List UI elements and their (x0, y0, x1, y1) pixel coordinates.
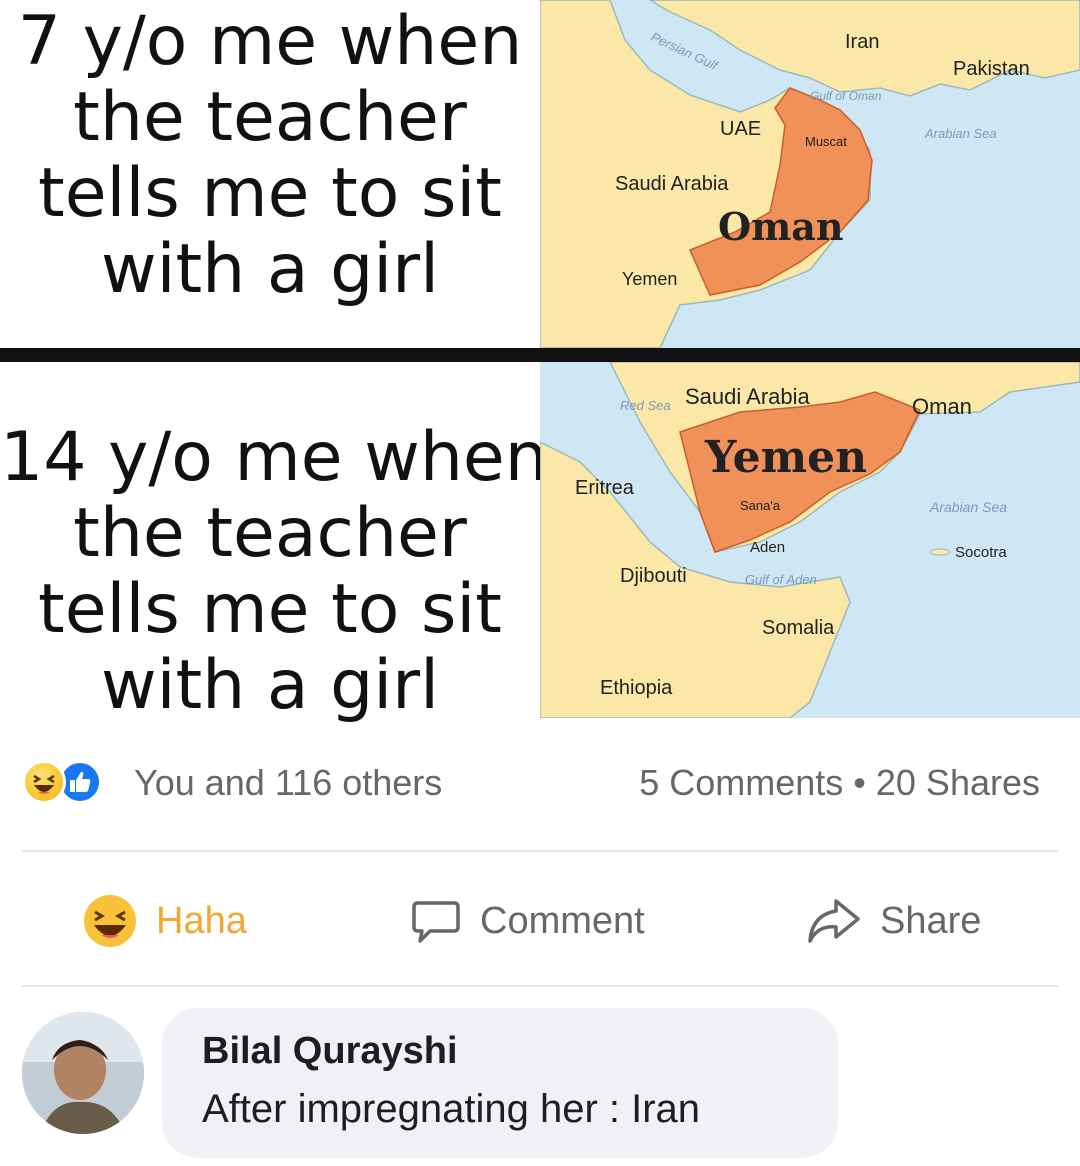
map-label-iran: Iran (845, 31, 879, 53)
map-label-gulf-of-aden: Gulf of Aden (745, 572, 817, 587)
map-label-saudi-arabia: Saudi Arabia (615, 173, 729, 195)
map-label-oman: Oman (912, 394, 972, 419)
haha-reaction-button[interactable]: Haha (82, 886, 247, 956)
comment-icon (412, 901, 460, 943)
comment-author[interactable]: Bilal Qurayshi (202, 1030, 838, 1073)
haha-icon (84, 895, 136, 947)
comment-item: Bilal Qurayshi After impregnating her : … (0, 1008, 1080, 1166)
meme-divider (0, 348, 1080, 362)
haha-label: Haha (156, 899, 247, 942)
map-label-oman: Oman (718, 204, 844, 249)
map-label-aden: Aden (750, 539, 785, 556)
divider (22, 985, 1058, 987)
caption-line: with a girl (100, 646, 440, 725)
share-button[interactable]: Share (806, 886, 981, 956)
yemen-map: Red Sea Saudi Arabia Oman Yemen Eritrea … (540, 362, 1080, 718)
map-label-ethiopia: Ethiopia (600, 677, 673, 699)
map-label-sanaa: Sana'a (740, 498, 781, 513)
map-label-red-sea: Red Sea (620, 398, 671, 413)
caption-line: the teacher (73, 494, 467, 573)
caption-line: tells me to sit (38, 154, 502, 233)
caption-line: the teacher (73, 78, 467, 157)
caption-line: 7 y/o me when (17, 2, 523, 81)
map-label-muscat: Muscat (805, 134, 847, 149)
share-label: Share (880, 899, 982, 942)
share-icon (808, 899, 860, 943)
caption-line: tells me to sit (38, 570, 502, 649)
map-label-yemen: Yemen (622, 269, 677, 289)
meme-bottom-caption: 14 y/o me when the teacher tells me to s… (0, 418, 548, 725)
meme-top-panel: 7 y/o me when the teacher tells me to si… (0, 0, 1080, 348)
divider (22, 850, 1058, 852)
map-label-gulf-of-oman: Gulf of Oman (810, 89, 882, 103)
reactions-count-link[interactable]: You and 116 others (134, 762, 442, 804)
map-label-yemen: Yemen (704, 432, 867, 483)
post-action-bar: Haha Comment Share (0, 878, 1080, 964)
comment-button[interactable]: Comment (410, 886, 645, 956)
map-label-uae: UAE (720, 118, 761, 140)
comment-label: Comment (480, 899, 645, 942)
map-label-arabian-sea: Arabian Sea (929, 499, 1007, 515)
haha-icon (22, 760, 66, 804)
meme-bottom-panel: 14 y/o me when the teacher tells me to s… (0, 362, 1080, 724)
map-label-arabian-sea: Arabian Sea (924, 126, 997, 141)
avatar[interactable] (22, 1012, 144, 1134)
reaction-icons[interactable] (22, 760, 102, 806)
map-label-eritrea: Eritrea (575, 477, 635, 499)
map-label-saudi-arabia: Saudi Arabia (685, 384, 811, 409)
comment-text: After impregnating her : Iran (202, 1087, 701, 1131)
post-stats-bar: You and 116 others 5 Comments • 20 Share… (0, 748, 1080, 818)
oman-map: Iran Pakistan Persian Gulf Gulf of Oman … (540, 0, 1080, 348)
meme-image[interactable]: 7 y/o me when the teacher tells me to si… (0, 0, 1080, 724)
map-label-pakistan: Pakistan (953, 58, 1030, 80)
meme-top-caption: 7 y/o me when the teacher tells me to si… (0, 4, 540, 308)
map-label-socotra: Socotra (955, 544, 1007, 561)
map-label-djibouti: Djibouti (620, 565, 687, 587)
caption-line: with a girl (100, 230, 440, 309)
comment-bubble: Bilal Qurayshi After impregnating her : … (162, 1008, 838, 1158)
comments-shares-count[interactable]: 5 Comments • 20 Shares (639, 762, 1040, 804)
caption-line: 14 y/o me when (0, 418, 548, 497)
map-label-somalia: Somalia (762, 617, 835, 639)
